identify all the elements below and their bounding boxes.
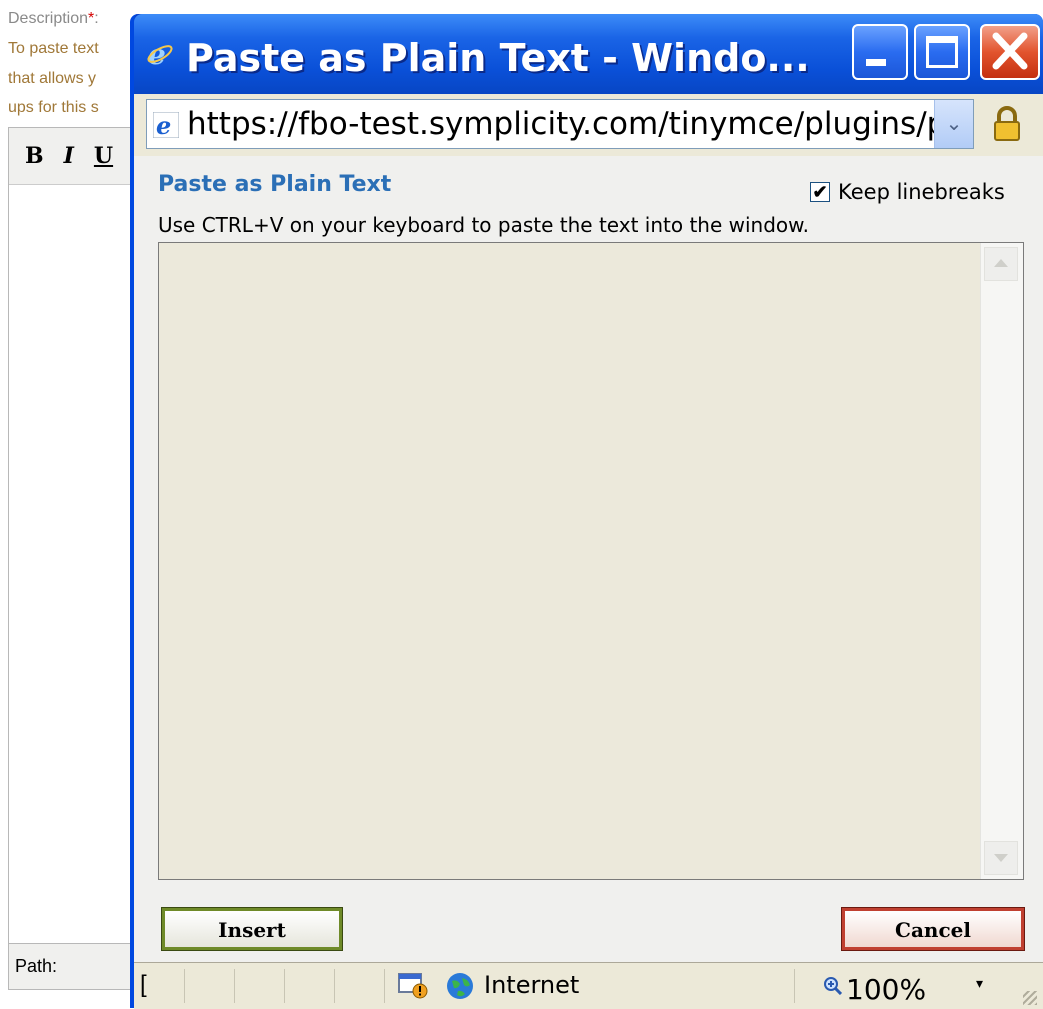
minimize-icon xyxy=(866,59,886,66)
status-divider xyxy=(234,969,235,1003)
security-zone-label: Internet xyxy=(484,971,580,999)
page-ie-icon: e xyxy=(153,112,179,138)
minimize-button[interactable] xyxy=(852,24,908,80)
maximize-icon xyxy=(926,36,958,68)
svg-text:e: e xyxy=(156,112,171,138)
italic-button[interactable]: I xyxy=(64,143,74,169)
insert-button[interactable]: Insert xyxy=(161,907,343,951)
status-divider xyxy=(384,969,385,1003)
dialog-title: Paste as Plain Text xyxy=(158,172,392,197)
address-dropdown-icon[interactable]: ⌄ xyxy=(934,100,973,148)
underline-button[interactable]: U xyxy=(94,143,113,169)
popup-blocked-icon[interactable] xyxy=(398,973,428,999)
keep-linebreaks-checkbox[interactable]: ✔ xyxy=(810,182,830,202)
help-text-line-1: To paste text xyxy=(8,40,99,57)
zoom-dropdown-icon[interactable]: ▾ xyxy=(976,975,983,992)
help-text-line-2: that allows y xyxy=(8,70,97,87)
description-text: Description xyxy=(8,10,89,27)
scroll-up-arrow-icon[interactable] xyxy=(984,247,1018,281)
address-url[interactable]: https://fbo-test.symplicity.com/tinymce/… xyxy=(187,106,973,142)
textarea-scrollbar[interactable] xyxy=(980,243,1023,879)
status-divider xyxy=(184,969,185,1003)
status-divider xyxy=(334,969,335,1003)
status-bar: [ Internet 100% ▾ xyxy=(134,962,1043,1009)
description-label: Description*: xyxy=(8,10,99,28)
cancel-button[interactable]: Cancel xyxy=(841,907,1025,951)
close-button[interactable] xyxy=(980,24,1040,80)
ie-icon: e xyxy=(147,40,173,68)
scroll-down-arrow-icon[interactable] xyxy=(984,841,1018,875)
address-bar: e https://fbo-test.symplicity.com/tinymc… xyxy=(134,94,1043,157)
paste-plain-text-window: e Paste as Plain Text - Windo... e https… xyxy=(130,14,1043,1009)
paste-instructions: Use CTRL+V on your keyboard to paste the… xyxy=(158,213,810,237)
editor-path-bar: Path: xyxy=(9,943,137,989)
keep-linebreaks-label: Keep linebreaks xyxy=(838,180,1005,204)
internet-zone-globe-icon xyxy=(447,973,473,999)
maximize-button[interactable] xyxy=(914,24,970,80)
bold-button[interactable]: B xyxy=(25,143,44,169)
paste-textarea[interactable] xyxy=(158,242,1024,880)
status-divider xyxy=(794,969,795,1003)
path-label: Path: xyxy=(15,956,58,976)
close-icon xyxy=(992,32,1028,70)
status-divider xyxy=(284,969,285,1003)
keep-linebreaks-option[interactable]: ✔ Keep linebreaks xyxy=(810,180,1005,204)
editor-toolbar: B I U xyxy=(9,128,137,185)
paste-dialog: Paste as Plain Text ✔ Keep linebreaks Us… xyxy=(134,156,1043,962)
resize-grip-icon[interactable] xyxy=(1023,991,1037,1005)
description-colon: : xyxy=(94,10,99,27)
window-title: Paste as Plain Text - Windo... xyxy=(186,36,810,80)
zoom-magnifier-icon[interactable] xyxy=(824,977,842,995)
address-field[interactable]: e https://fbo-test.symplicity.com/tinymc… xyxy=(146,99,974,149)
rich-text-editor[interactable]: B I U Path: xyxy=(8,127,138,990)
help-text-line-3: ups for this s xyxy=(8,99,99,116)
window-titlebar[interactable]: e Paste as Plain Text - Windo... xyxy=(134,14,1043,94)
lock-icon[interactable] xyxy=(986,104,1028,146)
status-text: [ xyxy=(140,971,147,998)
zoom-level[interactable]: 100% xyxy=(846,973,926,1006)
